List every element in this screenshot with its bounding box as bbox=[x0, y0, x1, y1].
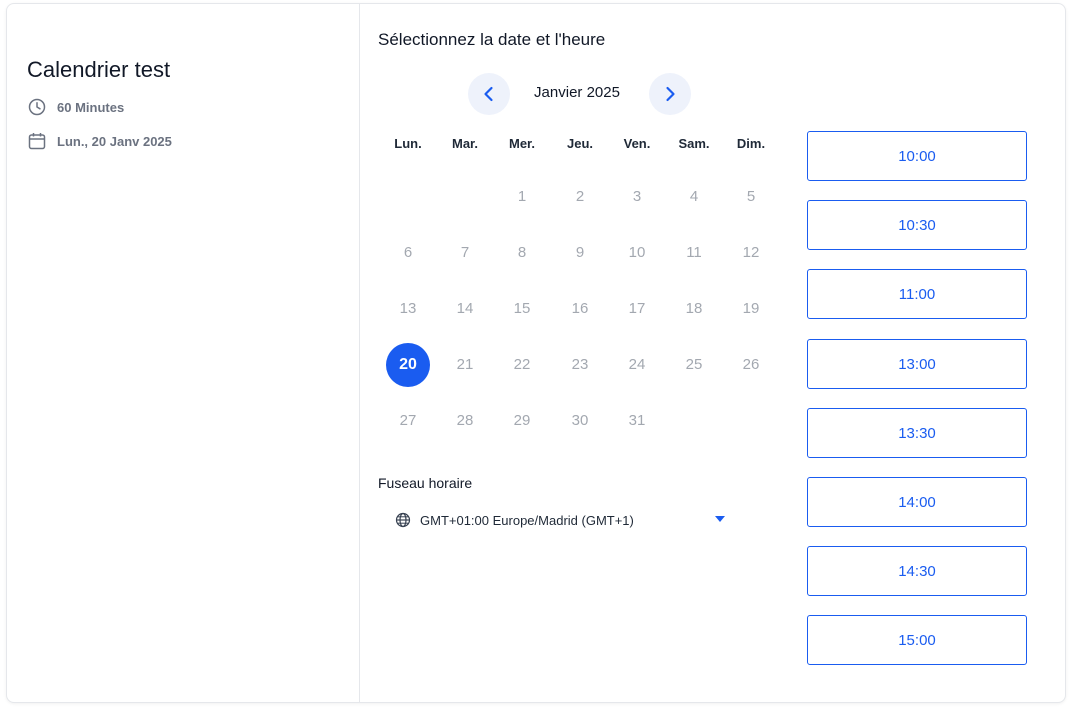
globe-icon bbox=[395, 512, 411, 528]
chevron-right-icon bbox=[666, 86, 675, 102]
weekday-label: Mer. bbox=[508, 136, 535, 151]
timezone-label: Fuseau horaire bbox=[378, 475, 473, 491]
selected-date-text: Lun., 20 Janv 2025 bbox=[57, 133, 172, 149]
section-heading: Sélectionnez la date et l'heure bbox=[378, 30, 606, 49]
weekday-label: Mar. bbox=[451, 136, 478, 151]
weekday-label: Dim. bbox=[736, 136, 766, 151]
calendar-day: 17 bbox=[628, 300, 646, 317]
calendar-day: 31 bbox=[628, 412, 646, 429]
calendar-day: 6 bbox=[403, 244, 413, 261]
calendar-day: 2 bbox=[575, 188, 585, 205]
calendar-day: 3 bbox=[632, 188, 642, 205]
calendar-day: 19 bbox=[742, 300, 760, 317]
calendar-day: 29 bbox=[513, 412, 531, 429]
calendar-day: 30 bbox=[571, 412, 589, 429]
weekday-label: Jeu. bbox=[566, 136, 593, 151]
previous-month-button[interactable] bbox=[468, 73, 510, 115]
next-month-button[interactable] bbox=[649, 73, 691, 115]
weekday-label: Lun. bbox=[394, 136, 422, 151]
calendar-day: 18 bbox=[685, 300, 703, 317]
calendar-day: 28 bbox=[456, 412, 474, 429]
event-title: Calendrier test bbox=[27, 57, 171, 82]
calendar-day: 16 bbox=[571, 300, 589, 317]
event-details-panel: Calendrier test 60 Minutes Lun., 20 Janv… bbox=[7, 4, 360, 702]
calendar-day: 23 bbox=[571, 356, 589, 373]
timezone-value: GMT+01:00 Europe/Madrid (GMT+1) bbox=[420, 512, 634, 528]
weekday-label: Sam. bbox=[678, 136, 710, 151]
calendar-day: 9 bbox=[575, 244, 585, 261]
calendar-icon bbox=[27, 131, 47, 151]
time-slot-button[interactable]: 10:00 bbox=[807, 131, 1027, 181]
time-slot-button[interactable]: 14:30 bbox=[807, 546, 1027, 596]
calendar-day: 14 bbox=[456, 300, 474, 317]
weekday-label: Ven. bbox=[623, 136, 651, 151]
calendar-day: 26 bbox=[742, 356, 760, 373]
clock-icon bbox=[27, 97, 47, 117]
calendar-day: 15 bbox=[513, 300, 531, 317]
calendar-day: 1 bbox=[517, 188, 527, 205]
calendar-day: 12 bbox=[742, 244, 760, 261]
chevron-left-icon bbox=[484, 86, 493, 102]
calendar-day: 13 bbox=[399, 300, 417, 317]
time-slot-button[interactable]: 14:00 bbox=[807, 477, 1027, 527]
calendar-day: 4 bbox=[689, 188, 699, 205]
calendar-day: 25 bbox=[685, 356, 703, 373]
month-label: Janvier 2025 bbox=[534, 84, 620, 101]
time-slot-button[interactable]: 11:00 bbox=[807, 269, 1027, 319]
calendar-day: 11 bbox=[686, 244, 702, 261]
calendar-day: 5 bbox=[746, 188, 756, 205]
duration-text: 60 Minutes bbox=[57, 99, 125, 115]
caret-down-icon bbox=[715, 516, 725, 522]
calendar-day: 24 bbox=[628, 356, 646, 373]
calendar-day: 8 bbox=[517, 244, 527, 261]
selected-day[interactable]: 20 bbox=[386, 343, 430, 387]
duration-row: 60 Minutes bbox=[27, 97, 124, 117]
calendar-day: 22 bbox=[513, 356, 531, 373]
timezone-select[interactable]: GMT+01:00 Europe/Madrid (GMT+1) bbox=[395, 508, 725, 532]
date-row: Lun., 20 Janv 2025 bbox=[27, 131, 172, 151]
calendar-day: 10 bbox=[628, 244, 646, 261]
time-slot-button[interactable]: 13:30 bbox=[807, 408, 1027, 458]
time-slot-button[interactable]: 13:00 bbox=[807, 339, 1027, 389]
time-slot-button[interactable]: 15:00 bbox=[807, 615, 1027, 665]
calendar-day: 21 bbox=[456, 356, 474, 373]
time-slot-button[interactable]: 10:30 bbox=[807, 200, 1027, 250]
calendar-day: 7 bbox=[460, 244, 470, 261]
calendar-day: 27 bbox=[399, 412, 417, 429]
